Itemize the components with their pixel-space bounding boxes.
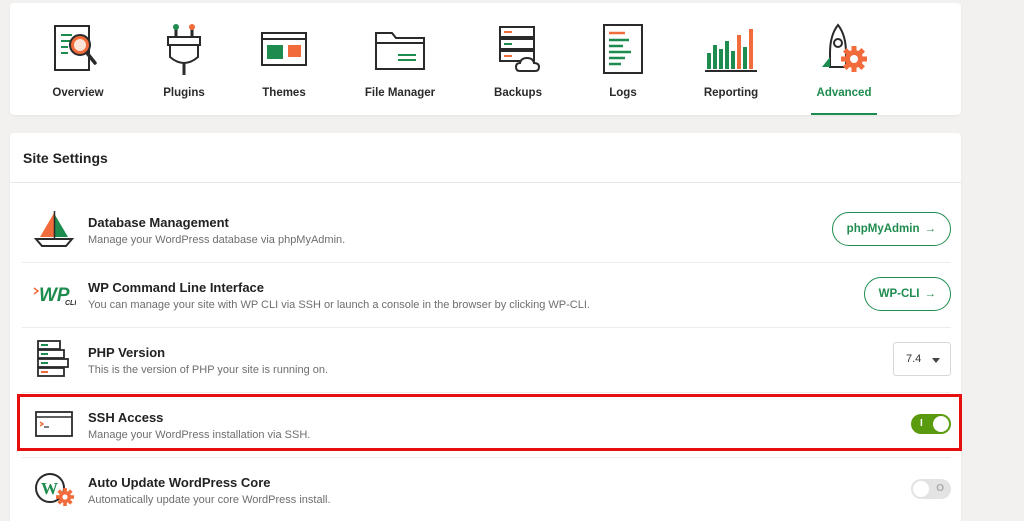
- sailboat-icon: [33, 211, 75, 247]
- site-settings-panel: Site Settings Database Management Manage…: [10, 133, 961, 521]
- svg-text:W: W: [41, 479, 58, 498]
- terminal-window-icon: [35, 411, 73, 437]
- rocket-gear-icon: [822, 23, 867, 72]
- setting-title: SSH Access: [88, 410, 164, 425]
- toggle-knob: [913, 481, 929, 497]
- setting-title: PHP Version: [88, 345, 166, 360]
- setting-description: Automatically update your core WordPress…: [88, 494, 331, 506]
- nav-label: Themes: [262, 87, 306, 99]
- toggle-on-mark: I: [920, 418, 923, 429]
- divider: [10, 182, 961, 183]
- arrow-right-icon: →: [924, 288, 937, 300]
- nav-item-file-manager[interactable]: File Manager: [360, 3, 440, 115]
- theme-window-icon: [261, 32, 307, 66]
- plug-icon: [167, 24, 201, 75]
- auto-update-toggle[interactable]: O: [911, 479, 951, 499]
- nav-label: Advanced: [816, 87, 872, 99]
- nav-item-themes[interactable]: Themes: [244, 3, 324, 115]
- selected-value: 7.4: [906, 353, 922, 365]
- setting-title: Database Management: [88, 215, 229, 230]
- setting-description: You can manage your site with WP CLI via…: [88, 299, 590, 311]
- arrow-right-icon: →: [924, 223, 937, 235]
- setting-title: Auto Update WordPress Core: [88, 475, 271, 490]
- bar-chart-icon: [705, 29, 757, 72]
- nav-item-logs[interactable]: Logs: [583, 3, 663, 115]
- php-version-select[interactable]: 7.4: [893, 342, 951, 376]
- log-document-icon: [603, 24, 643, 74]
- nav-label: Backups: [494, 87, 542, 99]
- nav-label: Overview: [52, 87, 104, 99]
- svg-text:CLI: CLI: [65, 300, 76, 307]
- nav-label: File Manager: [364, 87, 436, 99]
- folder-icon: [375, 32, 425, 70]
- button-label: WP-CLI: [878, 288, 920, 300]
- nav-item-overview[interactable]: Overview: [38, 3, 118, 115]
- setting-row-auto-update: W Auto Update WordPress Core Automatical…: [22, 457, 951, 521]
- nav-item-reporting[interactable]: Reporting: [691, 3, 771, 115]
- setting-row-php-version: PHP Version This is the version of PHP y…: [22, 327, 951, 391]
- section-title: Site Settings: [23, 150, 108, 166]
- phpmyadmin-button[interactable]: phpMyAdmin →: [831, 212, 951, 246]
- setting-description: Manage your WordPress database via phpMy…: [88, 234, 346, 246]
- setting-description: Manage your WordPress installation via S…: [88, 429, 311, 441]
- nav-item-plugins[interactable]: Plugins: [144, 3, 224, 115]
- ssh-access-toggle[interactable]: I: [911, 414, 951, 434]
- toggle-off-mark: O: [936, 483, 944, 494]
- nav-label: Reporting: [703, 87, 759, 99]
- nav-label: Logs: [609, 87, 637, 99]
- setting-row-ssh-access: SSH Access Manage your WordPress install…: [22, 392, 951, 456]
- wp-cli-button[interactable]: WP-CLI →: [863, 277, 951, 311]
- setting-row-wp-cli: WP CLI WP Command Line Interface You can…: [22, 262, 951, 326]
- setting-description: This is the version of PHP your site is …: [88, 364, 329, 376]
- nav-item-advanced[interactable]: Advanced: [811, 3, 877, 115]
- nav-item-backups[interactable]: Backups: [478, 3, 558, 115]
- chevron-down-icon: [932, 358, 940, 363]
- server-stack-icon: [37, 340, 69, 377]
- wordpress-gear-icon: W: [35, 473, 74, 506]
- feature-nav: Overview Plugins Themes File Manager Bac…: [10, 3, 961, 115]
- setting-title: WP Command Line Interface: [88, 280, 265, 295]
- wp-cli-logo: WP CLI: [33, 285, 76, 307]
- server-cloud-icon: [499, 26, 541, 72]
- button-label: phpMyAdmin: [846, 223, 920, 235]
- active-tab-indicator: [811, 113, 877, 115]
- setting-row-database: Database Management Manage your WordPres…: [22, 197, 951, 261]
- magnifier-document-icon: [54, 25, 97, 71]
- toggle-knob: [933, 416, 949, 432]
- nav-label: Plugins: [163, 87, 205, 99]
